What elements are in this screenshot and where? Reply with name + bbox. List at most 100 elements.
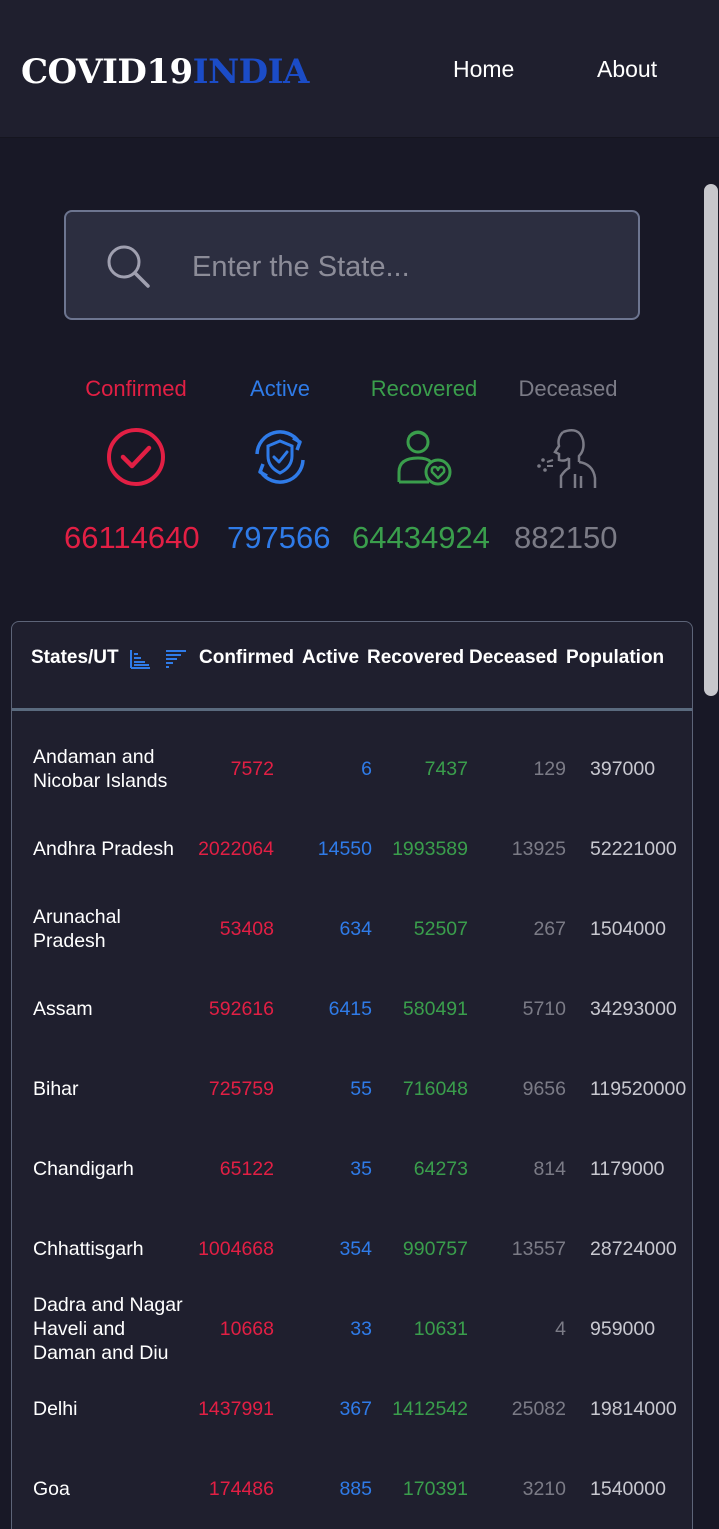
cell-deceased: 3210: [522, 1478, 566, 1500]
cell-recovered: 1993589: [392, 838, 468, 860]
header-deceased[interactable]: Deceased: [469, 646, 558, 670]
page: COVID19INDIA Home About Confirmed Active: [0, 0, 719, 1529]
cell-confirmed: 725759: [208, 1078, 274, 1100]
table-header: States/UT Confirmed Active Recovered Dec…: [12, 622, 692, 710]
stat-deceased-value: 882150: [514, 520, 618, 555]
cell-population: 397000: [590, 758, 656, 780]
scrollbar-thumb[interactable]: [704, 184, 718, 696]
top-navbar: COVID19INDIA Home About: [0, 0, 719, 138]
cell-active: 55: [350, 1078, 372, 1100]
cell-population: 959000: [590, 1318, 656, 1340]
state-search-input[interactable]: [192, 242, 612, 292]
person-heart-icon: [397, 430, 452, 486]
table-row[interactable]: Andaman and Nicobar Islands 7572 6 7437 129 3…: [12, 729, 692, 809]
stat-deceased: Deceased: [488, 374, 648, 490]
cell-recovered: 580491: [402, 998, 468, 1020]
stat-active-value: 797566: [227, 520, 331, 555]
cell-confirmed: 65122: [219, 1158, 274, 1180]
cell-recovered: 1412542: [392, 1398, 468, 1420]
cell-recovered: 10631: [413, 1318, 468, 1340]
table-row[interactable]: Chhattisgarh 1004668 354 990757 13557 2872400…: [12, 1209, 692, 1289]
cell-active: 14550: [317, 838, 372, 860]
table-row[interactable]: Dadra and Nagar Haveli and Daman and Diu…: [12, 1289, 692, 1369]
table-row[interactable]: Arunachal Pradesh 53408 634 52507 267 1504000: [12, 889, 692, 969]
state-search-box[interactable]: [64, 210, 640, 320]
cell-confirmed: 2022064: [198, 838, 274, 860]
cell-population: 119520000: [590, 1078, 687, 1100]
stat-active: Active: [200, 374, 360, 490]
table-row[interactable]: Delhi 1437991 367 1412542 25082 19814000: [12, 1369, 692, 1449]
cell-active: 634: [339, 918, 372, 940]
cell-deceased: 25082: [511, 1398, 566, 1420]
cell-population: 28724000: [590, 1238, 677, 1260]
stat-active-label: Active: [250, 376, 310, 401]
cell-population: 34293000: [590, 998, 677, 1020]
table-row[interactable]: Goa 174486 885 170391 3210 1540000: [12, 1449, 692, 1529]
sort-descending-icon[interactable]: [165, 648, 187, 670]
cell-deceased: 5710: [522, 998, 566, 1020]
cell-state: Andaman and Nicobar Islands: [33, 746, 168, 792]
cell-recovered: 64273: [413, 1158, 468, 1180]
cell-deceased: 267: [533, 918, 566, 940]
cell-active: 35: [350, 1158, 372, 1180]
stat-recovered-label: Recovered: [370, 376, 478, 401]
table-row[interactable]: Bihar 725759 55 716048 9656 119520000: [12, 1049, 692, 1129]
cell-confirmed: 1437991: [198, 1398, 274, 1420]
cell-state: Goa: [33, 1478, 70, 1500]
cell-population: 19814000: [590, 1398, 677, 1420]
sort-ascending-icon[interactable]: [129, 648, 151, 670]
person-coughing-icon: [537, 429, 597, 488]
app-logo[interactable]: COVID19INDIA: [21, 52, 309, 92]
stat-deceased-label: Deceased: [518, 376, 618, 401]
cell-state: Delhi: [33, 1398, 78, 1420]
cell-population: 52221000: [590, 838, 677, 860]
cell-recovered: 52507: [413, 918, 468, 940]
table-row[interactable]: Chandigarh 65122 35 64273 814 1179000: [12, 1129, 692, 1209]
cell-active: 885: [339, 1478, 372, 1500]
cell-population: 1540000: [590, 1478, 666, 1500]
cell-confirmed: 10668: [219, 1318, 274, 1340]
cell-deceased: 9656: [522, 1078, 566, 1100]
states-table: States/UT Confirmed Active Recovered Dec…: [11, 621, 693, 1529]
cell-state: Andhra Pradesh: [33, 838, 174, 860]
header-divider: [12, 708, 692, 711]
cell-deceased: 4: [555, 1318, 566, 1340]
search-icon: [107, 245, 150, 288]
cell-recovered: 7437: [424, 758, 468, 780]
cell-state: Arunachal Pradesh: [33, 906, 121, 952]
cell-active: 33: [350, 1318, 372, 1340]
cell-confirmed: 174486: [208, 1478, 274, 1500]
stat-confirmed: Confirmed: [56, 374, 216, 490]
cell-confirmed: 592616: [208, 998, 274, 1020]
cell-confirmed: 53408: [219, 918, 274, 940]
header-recovered[interactable]: Recovered: [367, 646, 464, 670]
header-confirmed[interactable]: Confirmed: [199, 646, 294, 670]
logo-india: INDIA: [192, 52, 310, 92]
cell-state: Bihar: [33, 1078, 79, 1100]
nav-home-link[interactable]: Home: [453, 54, 514, 84]
cell-confirmed: 1004668: [198, 1238, 274, 1260]
cell-deceased: 13557: [511, 1238, 566, 1260]
stat-confirmed-label: Confirmed: [85, 376, 187, 401]
header-population[interactable]: Population: [566, 646, 664, 670]
header-states-ut[interactable]: States/UT: [31, 646, 119, 670]
nav-about-link[interactable]: About: [597, 54, 657, 84]
stat-confirmed-value: 66114640: [64, 520, 200, 555]
stat-recovered: Recovered: [344, 374, 504, 490]
logo-covid19: COVID19: [21, 52, 193, 92]
cell-active: 354: [339, 1238, 372, 1260]
cell-deceased: 129: [533, 758, 566, 780]
cell-deceased: 814: [533, 1158, 566, 1180]
table-row[interactable]: Assam 592616 6415 580491 5710 34293000: [12, 969, 692, 1049]
cell-active: 6415: [328, 998, 372, 1020]
cell-active: 6: [361, 758, 372, 780]
header-active[interactable]: Active: [302, 646, 359, 670]
cell-population: 1504000: [590, 918, 666, 940]
cell-population: 1179000: [590, 1158, 665, 1180]
check-circle-icon: [107, 428, 165, 486]
cell-state: Chhattisgarh: [33, 1238, 144, 1260]
cell-state: Chandigarh: [33, 1158, 134, 1180]
shield-refresh-icon: [255, 430, 305, 484]
table-row[interactable]: Andhra Pradesh 2022064 14550 1993589 13925 52…: [12, 809, 692, 889]
stat-recovered-value: 64434924: [352, 520, 490, 555]
